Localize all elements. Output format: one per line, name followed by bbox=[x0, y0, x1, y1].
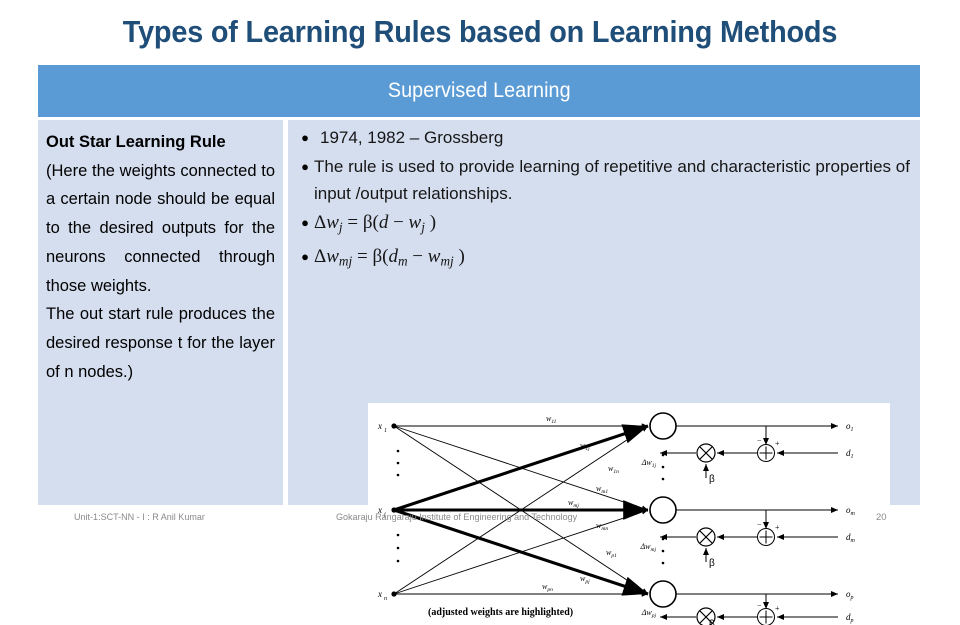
svg-text:+: + bbox=[775, 439, 780, 448]
section-header-label: Supervised Learning bbox=[388, 79, 571, 103]
out-star-rule-paragraph-1: (Here the weights connected to a certain… bbox=[46, 157, 275, 301]
svg-text:−: − bbox=[757, 601, 762, 610]
bullet-dot-icon: ● bbox=[296, 124, 314, 151]
svg-text:β: β bbox=[709, 619, 715, 625]
formula-delta-wmj: Δwmj = β(dm − wmj ) bbox=[314, 243, 910, 275]
slide-footer: Unit-1:SCT-NN - I : R Anil Kumar Gokaraj… bbox=[0, 508, 960, 532]
bullet-item-year: ● 1974, 1982 – Grossberg bbox=[296, 124, 910, 151]
footer-left-text: Unit-1:SCT-NN - I : R Anil Kumar bbox=[74, 512, 205, 523]
svg-text:β: β bbox=[709, 474, 715, 485]
footer-center-text: Gokaraju Rangaraju Institute of Engineer… bbox=[336, 512, 577, 523]
slide-content-area: Out Star Learning Rule (Here the weights… bbox=[38, 120, 920, 505]
out-star-rule-heading: Out Star Learning Rule bbox=[46, 128, 275, 157]
formula-delta-wj: Δwj = β(d − wj ) bbox=[314, 209, 910, 241]
bullet-item-formula-2: ● Δwmj = β(dm − wmj ) bbox=[296, 243, 910, 275]
diagram-caption: (adjusted weights are highlighted) bbox=[428, 607, 573, 618]
bullet-dot-icon: ● bbox=[296, 243, 314, 270]
page-title: Types of Learning Rules based on Learnin… bbox=[34, 14, 927, 50]
svg-text:x: x bbox=[377, 589, 382, 599]
left-text-panel: Out Star Learning Rule (Here the weights… bbox=[38, 120, 283, 505]
svg-text:+: + bbox=[775, 604, 780, 613]
svg-text:x: x bbox=[377, 421, 382, 431]
section-header-bar: Supervised Learning bbox=[38, 65, 920, 117]
bullet-dot-icon: ● bbox=[296, 209, 314, 236]
svg-text:1: 1 bbox=[384, 428, 387, 434]
svg-text:β: β bbox=[709, 558, 715, 569]
bullet-item-description: ● The rule is used to provide learning o… bbox=[296, 153, 910, 207]
left-text-body: Out Star Learning Rule (Here the weights… bbox=[46, 128, 275, 386]
bullet-text-description: The rule is used to provide learning of … bbox=[314, 153, 910, 207]
bullet-dot-icon: ● bbox=[296, 153, 314, 180]
bullet-item-formula-1: ● Δwj = β(d − wj ) bbox=[296, 209, 910, 241]
out-star-rule-paragraph-2: The out start rule produces the desired … bbox=[46, 300, 275, 386]
bullet-text-year: 1974, 1982 – Grossberg bbox=[314, 124, 910, 151]
svg-text:n: n bbox=[384, 596, 387, 602]
svg-text:−: − bbox=[757, 436, 762, 445]
footer-page-number: 20 bbox=[876, 512, 887, 523]
